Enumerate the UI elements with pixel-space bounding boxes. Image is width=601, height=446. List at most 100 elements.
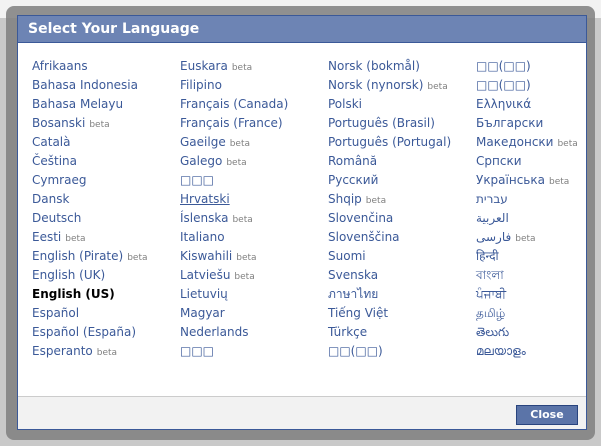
beta-badge: beta	[427, 82, 448, 92]
language-option[interactable]: Svenska	[328, 266, 451, 285]
language-label: Galego	[180, 154, 223, 168]
language-option[interactable]: Íslenska beta	[180, 209, 288, 228]
language-label: Bahasa Melayu	[32, 97, 124, 111]
language-option[interactable]: עברית	[476, 190, 578, 209]
language-option[interactable]: Ελληνικά	[476, 95, 578, 114]
language-label: Nederlands	[180, 325, 249, 339]
language-label: Slovenščina	[328, 230, 400, 244]
language-option[interactable]: Eesti beta	[32, 228, 148, 247]
language-label: English (Pirate)	[32, 249, 124, 263]
language-option[interactable]: മലയാളം	[476, 342, 578, 361]
language-option[interactable]: Русский	[328, 171, 451, 190]
language-option[interactable]: □□□	[180, 342, 288, 361]
language-label: Eesti	[32, 230, 62, 244]
language-list: Afrikaans Bahasa Indonesia Bahasa Melayu Bo…	[18, 43, 586, 397]
language-option[interactable]: Afrikaans	[32, 57, 148, 76]
language-label: Русский	[328, 173, 379, 187]
language-option[interactable]: Shqip beta	[328, 190, 451, 209]
language-label: עברית	[476, 192, 508, 206]
beta-badge: beta	[127, 253, 148, 263]
language-option[interactable]: Gaeilge beta	[180, 133, 288, 152]
beta-badge: beta	[234, 272, 255, 282]
language-option[interactable]: తెలుగు	[476, 323, 578, 342]
language-option[interactable]: தமிழ்	[476, 304, 578, 323]
language-option[interactable]: Galego beta	[180, 152, 288, 171]
language-label: فارسی	[476, 230, 512, 244]
beta-badge: beta	[226, 158, 247, 168]
language-option[interactable]: Deutsch	[32, 209, 148, 228]
beta-badge: beta	[232, 215, 253, 225]
language-label: Shqip	[328, 192, 362, 206]
language-option[interactable]: Hrvatski	[180, 190, 288, 209]
language-option[interactable]: Español	[32, 304, 148, 323]
language-option[interactable]: □□□	[180, 171, 288, 190]
language-label: Français (France)	[180, 116, 283, 130]
language-option[interactable]: Български	[476, 114, 578, 133]
language-option[interactable]: Slovenčina	[328, 209, 451, 228]
language-label: Македонски	[476, 135, 554, 149]
language-option[interactable]: Español (España)	[32, 323, 148, 342]
language-option[interactable]: Magyar	[180, 304, 288, 323]
language-option[interactable]: ภาษาไทย	[328, 285, 451, 304]
language-label: □□(□□)	[328, 344, 383, 358]
language-label: English (US)	[32, 287, 115, 301]
language-option[interactable]: English (Pirate) beta	[32, 247, 148, 266]
language-option[interactable]: □□(□□)	[328, 342, 451, 361]
language-option[interactable]: Suomi	[328, 247, 451, 266]
language-option[interactable]: Polski	[328, 95, 451, 114]
language-option[interactable]: Català	[32, 133, 148, 152]
language-option[interactable]: □□(□□)	[476, 76, 578, 95]
language-option[interactable]: Esperanto beta	[32, 342, 148, 361]
language-option[interactable]: Українська beta	[476, 171, 578, 190]
language-option[interactable]: Tiếng Việt	[328, 304, 451, 323]
language-label: Lietuvių	[180, 287, 228, 301]
language-option[interactable]: Português (Portugal)	[328, 133, 451, 152]
language-label: □□(□□)	[476, 59, 531, 73]
language-option[interactable]: Türkçe	[328, 323, 451, 342]
language-label: বাংলা	[476, 268, 504, 282]
language-label: Magyar	[180, 306, 225, 320]
language-column-3: Norsk (bokmål) Norsk (nynorsk) beta Polski P…	[328, 57, 451, 361]
language-option[interactable]: □□(□□)	[476, 57, 578, 76]
close-button[interactable]: Close	[516, 405, 578, 425]
beta-badge: beta	[231, 63, 253, 73]
beta-badge: beta	[365, 196, 387, 206]
language-option[interactable]: Lietuvių	[180, 285, 288, 304]
language-label: Esperanto	[32, 344, 93, 358]
language-label: Українська	[476, 173, 545, 187]
language-option[interactable]: Italiano	[180, 228, 288, 247]
language-label: Euskara	[180, 59, 228, 73]
language-option[interactable]: Македонски beta	[476, 133, 578, 152]
language-option[interactable]: Euskara beta	[180, 57, 288, 76]
language-option[interactable]: Čeština	[32, 152, 148, 171]
language-option[interactable]: فارسی beta	[476, 228, 578, 247]
language-label: □□□	[180, 173, 215, 187]
language-option[interactable]: Cymraeg	[32, 171, 148, 190]
language-option[interactable]: Bahasa Melayu	[32, 95, 148, 114]
language-option[interactable]: Dansk	[32, 190, 148, 209]
language-label: Português (Brasil)	[328, 116, 435, 130]
language-option[interactable]: Română	[328, 152, 451, 171]
language-option[interactable]: Kiswahili beta	[180, 247, 288, 266]
language-option[interactable]: Slovenščina	[328, 228, 451, 247]
language-option[interactable]: বাংলা	[476, 266, 578, 285]
language-option[interactable]: Filipino	[180, 76, 288, 95]
language-option[interactable]: Português (Brasil)	[328, 114, 451, 133]
language-option[interactable]: Norsk (nynorsk) beta	[328, 76, 451, 95]
language-label: తెలుగు	[476, 325, 510, 339]
language-option[interactable]: Nederlands	[180, 323, 288, 342]
language-option[interactable]: Norsk (bokmål)	[328, 57, 451, 76]
language-option[interactable]: Српски	[476, 152, 578, 171]
language-option[interactable]: Français (Canada)	[180, 95, 288, 114]
language-option[interactable]: Latviešu beta	[180, 266, 288, 285]
language-option[interactable]: Bahasa Indonesia	[32, 76, 148, 95]
dialog-footer: Close	[18, 396, 586, 429]
language-option[interactable]: English (US)	[32, 285, 148, 304]
language-option[interactable]: हिन्दी	[476, 247, 578, 266]
language-option[interactable]: English (UK)	[32, 266, 148, 285]
language-option[interactable]: Français (France)	[180, 114, 288, 133]
language-option[interactable]: Bosanski beta	[32, 114, 148, 133]
language-option[interactable]: ਪੰਜਾਬੀ	[476, 285, 578, 304]
language-label: Suomi	[328, 249, 366, 263]
language-option[interactable]: العربية	[476, 209, 578, 228]
